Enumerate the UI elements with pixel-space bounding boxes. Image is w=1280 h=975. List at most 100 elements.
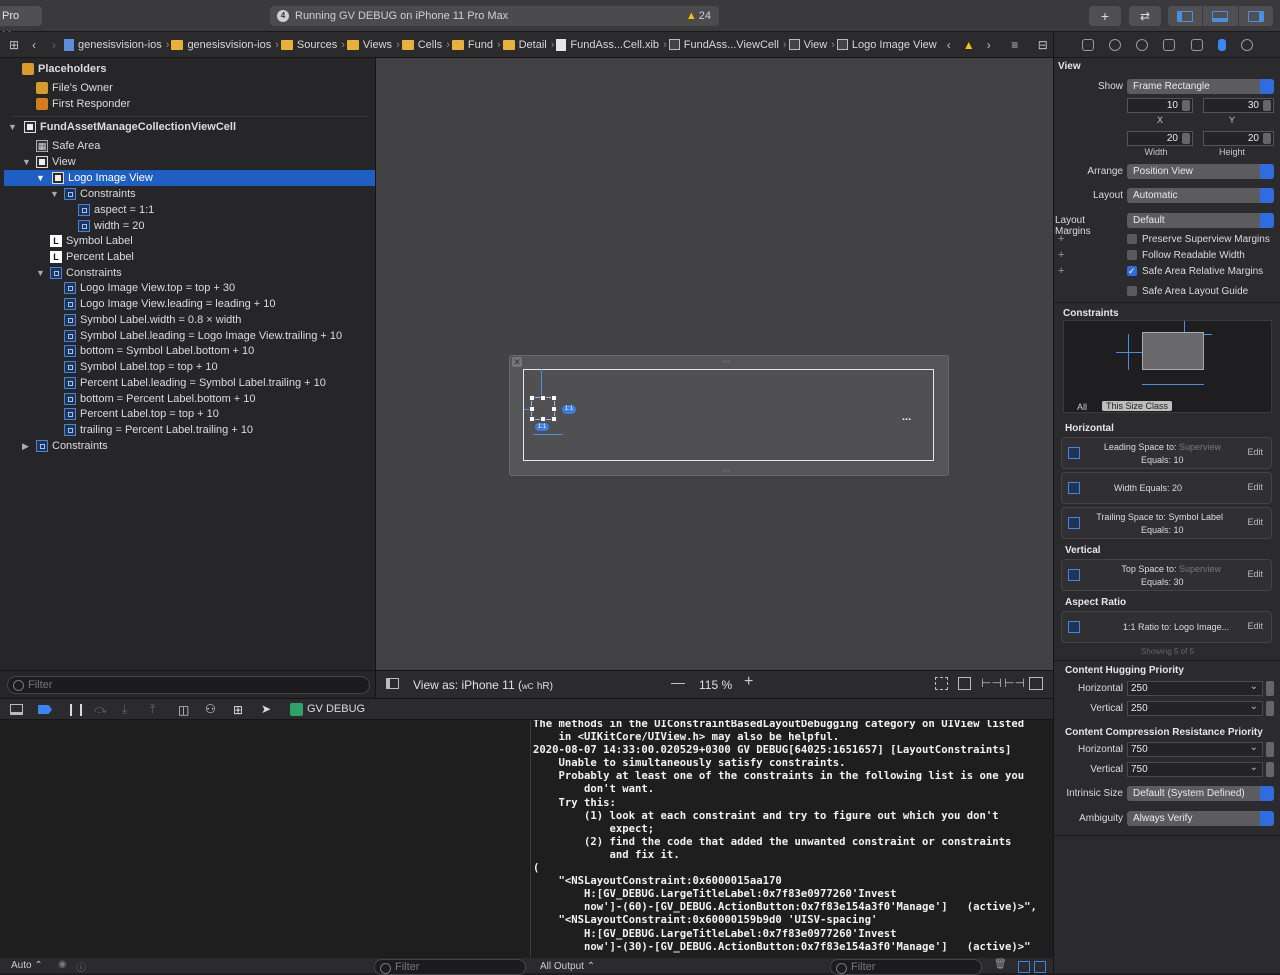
outline-constraint[interactable]: Logo Image View.top = top + 30 <box>64 280 235 296</box>
crumb-folder[interactable]: genesisvision-ios › <box>171 39 279 51</box>
hugging-v-field[interactable]: 250 <box>1127 700 1263 716</box>
edit-button[interactable]: Edit <box>1247 482 1263 492</box>
help-inspector-icon[interactable] <box>1136 38 1149 51</box>
info-icon[interactable]: ⓘ <box>76 959 86 974</box>
add-editor-icon[interactable]: ⊟ <box>1035 38 1051 52</box>
add-variation-icon[interactable]: + <box>1058 233 1064 245</box>
outline-percent-label[interactable]: L Percent Label <box>50 249 134 265</box>
width-badge[interactable]: 1:1 <box>535 423 549 431</box>
breakpoints-toggle-icon[interactable] <box>38 705 52 714</box>
disclosure-down-icon[interactable]: ▼ <box>36 265 48 281</box>
related-items-icon[interactable]: ⊞ <box>6 38 22 52</box>
connections-inspector-icon[interactable] <box>1241 38 1254 51</box>
constraint-card-width[interactable]: Width Equals: 20 Edit <box>1061 472 1272 504</box>
cell-content-view[interactable] <box>523 369 934 461</box>
outline-constraint-width[interactable]: width = 20 <box>78 218 144 234</box>
disclosure-right-icon[interactable]: ▶ <box>22 438 34 454</box>
size-inspector-icon[interactable] <box>1218 38 1227 51</box>
library-button[interactable]: + <box>1089 6 1121 26</box>
crumb-cell[interactable]: FundAss...ViewCell › <box>668 39 787 51</box>
add-variation-icon[interactable]: + <box>1058 249 1064 261</box>
close-scene-icon[interactable]: ✕ <box>512 357 522 367</box>
disclosure-down-icon[interactable]: ▼ <box>22 154 34 170</box>
outline-cell-constraints[interactable]: ▶ Constraints <box>22 438 108 454</box>
constraint-card-top[interactable]: Top Space to: Superview Equals: 30 Edit <box>1061 559 1272 591</box>
add-variation-icon[interactable]: + <box>1058 265 1064 277</box>
outline-safe-area[interactable]: ▦ Safe Area <box>36 138 100 154</box>
outline-view-constraints[interactable]: ▼ Constraints <box>36 265 122 281</box>
resize-handle-icon[interactable]: ◦◦◦ <box>722 466 731 475</box>
outline-constraint[interactable]: trailing = Percent Label.trailing + 10 <box>64 422 253 438</box>
outline-files-owner[interactable]: File's Owner <box>36 80 113 96</box>
debug-target-label[interactable]: GV DEBUG <box>307 703 365 715</box>
layout-popup[interactable]: Automatic <box>1127 188 1274 203</box>
crumb-project[interactable]: genesisvision-ios › <box>64 38 169 51</box>
add-constraints-icon[interactable]: ⊢⊣ <box>1004 676 1025 690</box>
step-out-icon[interactable]: ⤒ <box>150 702 155 717</box>
disclosure-down-icon[interactable]: ▼ <box>50 186 62 202</box>
history-inspector-icon[interactable] <box>1108 38 1121 51</box>
forward-chevron-icon[interactable]: › <box>46 38 62 52</box>
step-over-icon[interactable]: ⤼ <box>94 702 107 717</box>
simulate-location-icon[interactable]: ➤ <box>261 702 271 716</box>
logo-image-view-selected[interactable] <box>529 395 557 422</box>
edit-button[interactable]: Edit <box>1247 569 1263 579</box>
align-icon[interactable]: ⊢⊣ <box>981 676 1002 690</box>
outline-constraint[interactable]: Symbol Label.width = 0.8 × width <box>64 312 241 328</box>
width-field[interactable]: 20 <box>1127 131 1193 146</box>
attributes-inspector-icon[interactable] <box>1190 38 1203 51</box>
disclosure-down-icon[interactable]: ▼ <box>36 170 48 186</box>
view-debugger-icon[interactable]: ◫ <box>178 703 189 717</box>
crumb-folder[interactable]: Detail › <box>502 39 554 51</box>
environment-overrides-icon[interactable]: ⊞ <box>233 703 243 717</box>
pause-icon[interactable]: ❙❙ <box>66 702 86 716</box>
toggle-navigator-button[interactable] <box>1168 6 1204 26</box>
hide-debug-area-icon[interactable] <box>10 704 23 715</box>
hide-outline-icon[interactable] <box>386 678 399 689</box>
crumb-folder[interactable]: Cells › <box>401 39 450 51</box>
readable-width-checkbox[interactable]: Follow Readable Width <box>1127 249 1245 262</box>
compression-v-stepper[interactable] <box>1266 762 1274 777</box>
quick-look-icon[interactable]: ◉ <box>58 959 67 970</box>
ambiguity-popup[interactable]: Always Verify <box>1127 811 1274 826</box>
tab-this-size-class[interactable]: This Size Class <box>1102 401 1173 411</box>
memory-graph-icon[interactable]: ⚇ <box>205 702 216 716</box>
warnings-indicator[interactable]: ▲ 24 <box>686 6 711 26</box>
console-output-selector[interactable]: All Output ⌃ <box>540 961 595 972</box>
embed-in-stack-icon[interactable] <box>958 677 971 690</box>
outline-constraint[interactable]: bottom = Percent Label.bottom + 10 <box>64 391 256 407</box>
split-left-icon[interactable] <box>1018 961 1030 973</box>
crumb-logo-image-view[interactable]: Logo Image View <box>836 39 937 51</box>
outline-constraint-aspect[interactable]: aspect = 1:1 <box>78 202 154 218</box>
file-inspector-icon[interactable] <box>1081 38 1094 51</box>
zoom-out-icon[interactable]: — <box>671 674 685 690</box>
crumb-folder[interactable]: Views › <box>346 39 400 51</box>
zoom-in-icon[interactable]: + <box>744 673 753 691</box>
crumb-folder[interactable]: Fund › <box>451 39 501 51</box>
outline-logo-image-view[interactable]: ▼ Logo Image View <box>4 170 375 186</box>
back-chevron-icon[interactable]: ‹ <box>26 38 42 52</box>
arrange-popup[interactable]: Position View <box>1127 164 1274 179</box>
edit-button[interactable]: Edit <box>1247 621 1263 631</box>
step-into-icon[interactable]: ⤓ <box>122 702 127 717</box>
constraint-card-aspect[interactable]: 1:1 Ratio to: Logo Image... Edit <box>1061 611 1272 643</box>
outline-constraint[interactable]: Percent Label.leading = Symbol Label.tra… <box>64 375 326 391</box>
edit-button[interactable]: Edit <box>1247 447 1263 457</box>
identity-inspector-icon[interactable] <box>1163 38 1176 51</box>
hugging-h-field[interactable]: 250 <box>1127 680 1263 696</box>
update-frames-icon[interactable] <box>935 677 948 690</box>
view-as-device[interactable]: View as: iPhone 11 (wC hR) <box>413 678 553 692</box>
constraint-card-trailing[interactable]: Trailing Space to: Symbol Label Equals: … <box>1061 507 1272 539</box>
layout-margins-popup[interactable]: Default <box>1127 213 1274 228</box>
outline-constraint[interactable]: Symbol Label.leading = Logo Image View.t… <box>64 328 342 344</box>
activity-status[interactable]: 4 Running GV DEBUG on iPhone 11 Pro Max … <box>270 6 719 26</box>
next-issue-icon[interactable]: › <box>981 38 997 52</box>
compression-h-field[interactable]: 750 <box>1127 741 1263 757</box>
hugging-h-stepper[interactable] <box>1266 681 1274 696</box>
variables-view[interactable] <box>0 720 531 973</box>
crumb-folder[interactable]: Sources › <box>280 39 345 51</box>
prev-issue-icon[interactable]: ‹ <box>941 38 957 52</box>
outline-constraint[interactable]: Percent Label.top = top + 10 <box>64 406 219 422</box>
trash-icon[interactable]: 🗑 <box>994 959 1007 970</box>
constraint-card-leading[interactable]: Leading Space to: Superview Equals: 10 E… <box>1061 437 1272 469</box>
